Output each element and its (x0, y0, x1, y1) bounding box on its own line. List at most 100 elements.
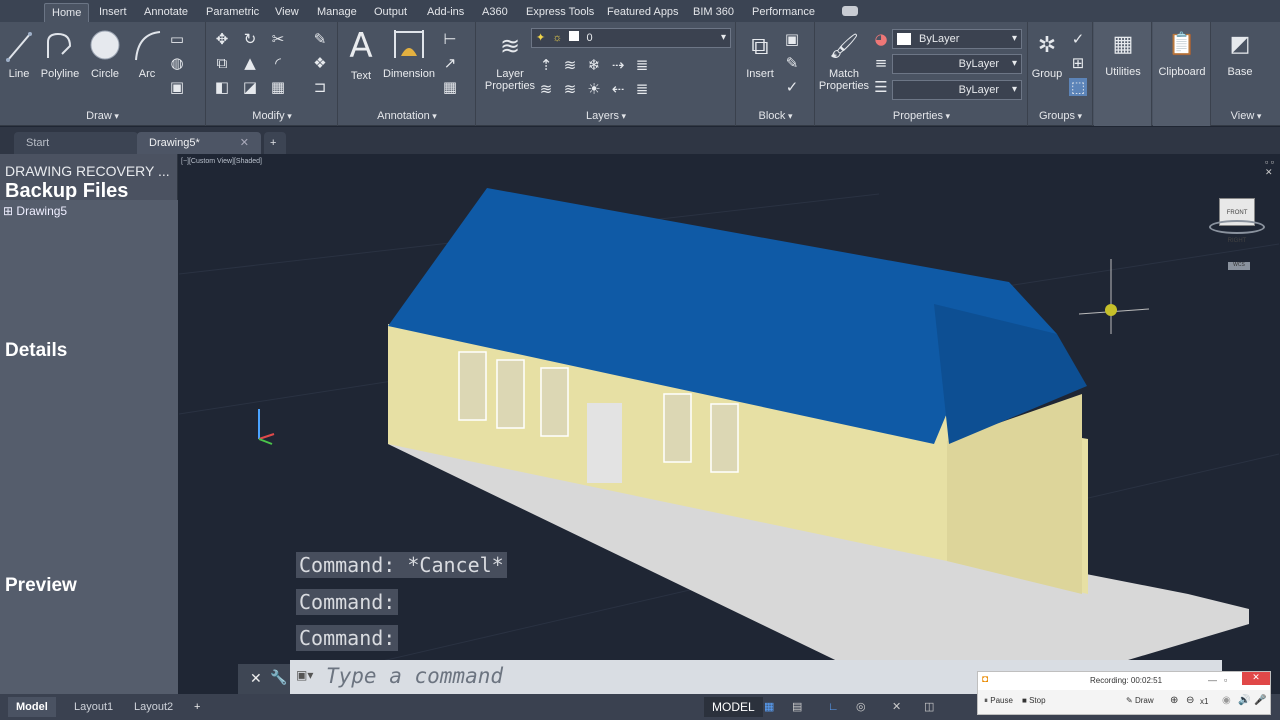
viewcube[interactable]: FRONT RIGHT (1209, 194, 1265, 244)
lineweight-dropdown[interactable]: ByLayer (892, 80, 1022, 100)
tab-parametric[interactable]: Parametric (199, 3, 266, 22)
group-edit-icon[interactable]: ⊞ (1069, 54, 1087, 72)
layer-previous-icon[interactable]: ≋ (561, 80, 579, 98)
base-button[interactable]: ◩ Base (1218, 28, 1262, 78)
leader-icon[interactable]: ↗ (441, 54, 459, 72)
scale-icon[interactable]: ◪ (241, 78, 259, 96)
circle-button[interactable]: Circle (88, 28, 122, 80)
copy-icon[interactable]: ⧉ (213, 54, 231, 72)
add-layout-button[interactable]: + (186, 697, 208, 717)
create-block-icon[interactable]: ▣ (783, 30, 801, 48)
tab-home[interactable]: Home (44, 3, 90, 22)
linetype-dropdown[interactable]: ByLayer (892, 54, 1022, 74)
layer-thaw-icon[interactable]: ☀ (585, 80, 603, 98)
modify-panel-title[interactable]: Modify (207, 108, 337, 124)
expand-icon[interactable]: ⊞ (3, 204, 13, 218)
layer-isolate-icon[interactable]: ≋ (561, 56, 579, 74)
stretch-icon[interactable]: ◧ (213, 78, 231, 96)
snap-icon[interactable]: ▤ (784, 697, 810, 717)
layer-lock-icon[interactable]: ⇢ (609, 56, 627, 74)
array-icon[interactable]: ▦ (269, 78, 287, 96)
hatch-icon[interactable]: ◍ (168, 54, 186, 72)
layout1-tab[interactable]: Layout1 (66, 697, 121, 717)
annotation-panel-title[interactable]: Annotation (339, 108, 475, 124)
color-wheel-icon[interactable]: ◕ (872, 30, 890, 48)
match-properties-button[interactable]: 🖌 Match Properties (818, 28, 870, 92)
draw-button[interactable]: ✎ Draw (1126, 696, 1154, 705)
group-button[interactable]: ✲ Group (1029, 28, 1065, 80)
tab-bim360[interactable]: BIM 360 (686, 3, 741, 22)
boundary-icon[interactable]: ▣ (168, 78, 186, 96)
utilities-expand[interactable] (1094, 108, 1151, 124)
layer-off-icon[interactable]: ⇡ (537, 56, 555, 74)
model-space-button[interactable]: MODEL (704, 697, 763, 717)
layers-panel-title[interactable]: Layers (477, 108, 735, 124)
tab-insert[interactable]: Insert (92, 3, 134, 22)
close-recorder-icon[interactable]: ✕ (1242, 672, 1270, 685)
tab-view[interactable]: View (268, 3, 306, 22)
layer-unlock-icon[interactable]: ⇠ (609, 80, 627, 98)
polar-icon[interactable]: ◎ (848, 697, 874, 717)
webcam-icon[interactable]: ◉ (1222, 695, 1231, 706)
linetype-icon[interactable]: ≡ (872, 54, 890, 72)
move-icon[interactable]: ✥ (213, 30, 231, 48)
maximize-icon[interactable]: ▫ (1224, 675, 1227, 685)
text-button[interactable]: A Text (343, 26, 379, 82)
speaker-icon[interactable]: 🔊 (1238, 695, 1250, 706)
new-tab-button[interactable]: + (264, 132, 286, 154)
tab-featured-apps[interactable]: Featured Apps (600, 3, 686, 22)
clipboard-button[interactable]: 📋 Clipboard (1155, 28, 1209, 78)
color-dropdown[interactable]: ByLayer (892, 29, 1022, 49)
clipboard-expand[interactable] (1153, 108, 1210, 124)
doc-tab-drawing5[interactable]: Drawing5* ✕ (137, 132, 261, 154)
tab-express-tools[interactable]: Express Tools (519, 3, 601, 22)
layer-dropdown[interactable]: ✦ ☼ 0 (531, 28, 731, 48)
table-icon[interactable]: ▦ (441, 78, 459, 96)
viewcube-compass[interactable] (1209, 220, 1265, 234)
dimension-button[interactable]: Dimension (381, 28, 437, 80)
rotate-icon[interactable]: ↻ (241, 30, 259, 48)
explode-icon[interactable]: ❖ (311, 54, 329, 72)
edit-block-icon[interactable]: ✎ (783, 54, 801, 72)
view-panel-title[interactable]: View (1212, 108, 1280, 124)
lineweight-icon[interactable]: ☰ (872, 78, 890, 96)
minimize-icon[interactable]: — (1208, 675, 1217, 685)
ungroup-icon[interactable]: ✓ (1069, 30, 1087, 48)
ortho-icon[interactable]: ∟ (820, 697, 847, 717)
tab-manage[interactable]: Manage (310, 3, 364, 22)
rectangle-icon[interactable]: ▭ (168, 30, 186, 48)
viewport-window-controls[interactable]: ▫ ▫ ✕ (1265, 157, 1280, 178)
arc-button[interactable]: Arc (132, 28, 162, 80)
layer-properties-button[interactable]: ≋ Layer Properties (483, 28, 537, 92)
linear-dim-icon[interactable]: ⊢ (441, 30, 459, 48)
draw-panel-title[interactable]: Draw (0, 108, 205, 124)
groups-panel-title[interactable]: Groups (1029, 108, 1092, 124)
properties-panel-title[interactable]: Properties (816, 108, 1027, 124)
stop-button[interactable]: ■ Stop (1022, 696, 1046, 705)
trim-icon[interactable]: ✂ (269, 30, 287, 48)
model-tab[interactable]: Model (8, 697, 56, 717)
tab-output[interactable]: Output (367, 3, 414, 22)
utilities-button[interactable]: ▦ Utilities (1098, 28, 1148, 78)
layout2-tab[interactable]: Layout2 (126, 697, 181, 717)
close-command-icon[interactable]: ✕ (250, 670, 262, 687)
erase-icon[interactable]: ✎ (311, 30, 329, 48)
backup-item[interactable]: ⊞ Drawing5 (3, 204, 67, 218)
group-select-icon[interactable]: ⬚ (1069, 78, 1087, 96)
insert-button[interactable]: ⧉ Insert (741, 28, 779, 80)
polyline-button[interactable]: Polyline (38, 28, 82, 80)
layer-unisolate-icon[interactable]: ≋ (537, 80, 555, 98)
layer-match-icon[interactable]: ≣ (633, 56, 651, 74)
isodraft-icon[interactable]: ◫ (916, 697, 942, 717)
mirror-icon[interactable]: ▲ (241, 54, 259, 72)
wcs-menu[interactable]: WCS (1228, 262, 1250, 270)
tab-addins[interactable]: Add-ins (420, 3, 471, 22)
osnap-icon[interactable]: ✕ (884, 697, 909, 717)
pause-button[interactable]: ⏸ Pause (984, 696, 1013, 706)
doc-tab-start[interactable]: Start (14, 132, 138, 154)
command-prompt-icon[interactable]: ▣▾ (296, 668, 313, 682)
microphone-icon[interactable]: 🎤 (1254, 695, 1266, 706)
tab-performance[interactable]: Performance (745, 3, 822, 22)
customize-wrench-icon[interactable]: 🔧 (270, 669, 287, 686)
layer-walk-icon[interactable]: ≣ (633, 80, 651, 98)
